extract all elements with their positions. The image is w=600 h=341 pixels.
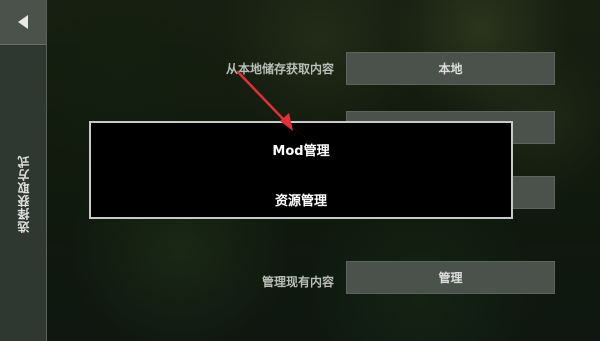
- local-button[interactable]: 本地: [346, 52, 555, 85]
- mod-manager-item[interactable]: Mod管理: [91, 140, 511, 159]
- manage-button[interactable]: 管理: [346, 261, 555, 294]
- manage-existing-label: 管理现有内容: [261, 275, 334, 289]
- back-button[interactable]: [0, 0, 46, 45]
- back-arrow-icon: [18, 15, 28, 29]
- sidebar: 选择获取方式: [0, 0, 47, 341]
- sidebar-tab-source-method[interactable]: 选择获取方式: [0, 46, 46, 341]
- sidebar-tab-label: 选择获取方式: [16, 154, 31, 233]
- content-manager-menu: Mod管理 资源管理: [89, 121, 513, 219]
- local-storage-label: 从本地储存获取内容: [225, 62, 334, 76]
- resource-manager-item[interactable]: 资源管理: [91, 190, 511, 209]
